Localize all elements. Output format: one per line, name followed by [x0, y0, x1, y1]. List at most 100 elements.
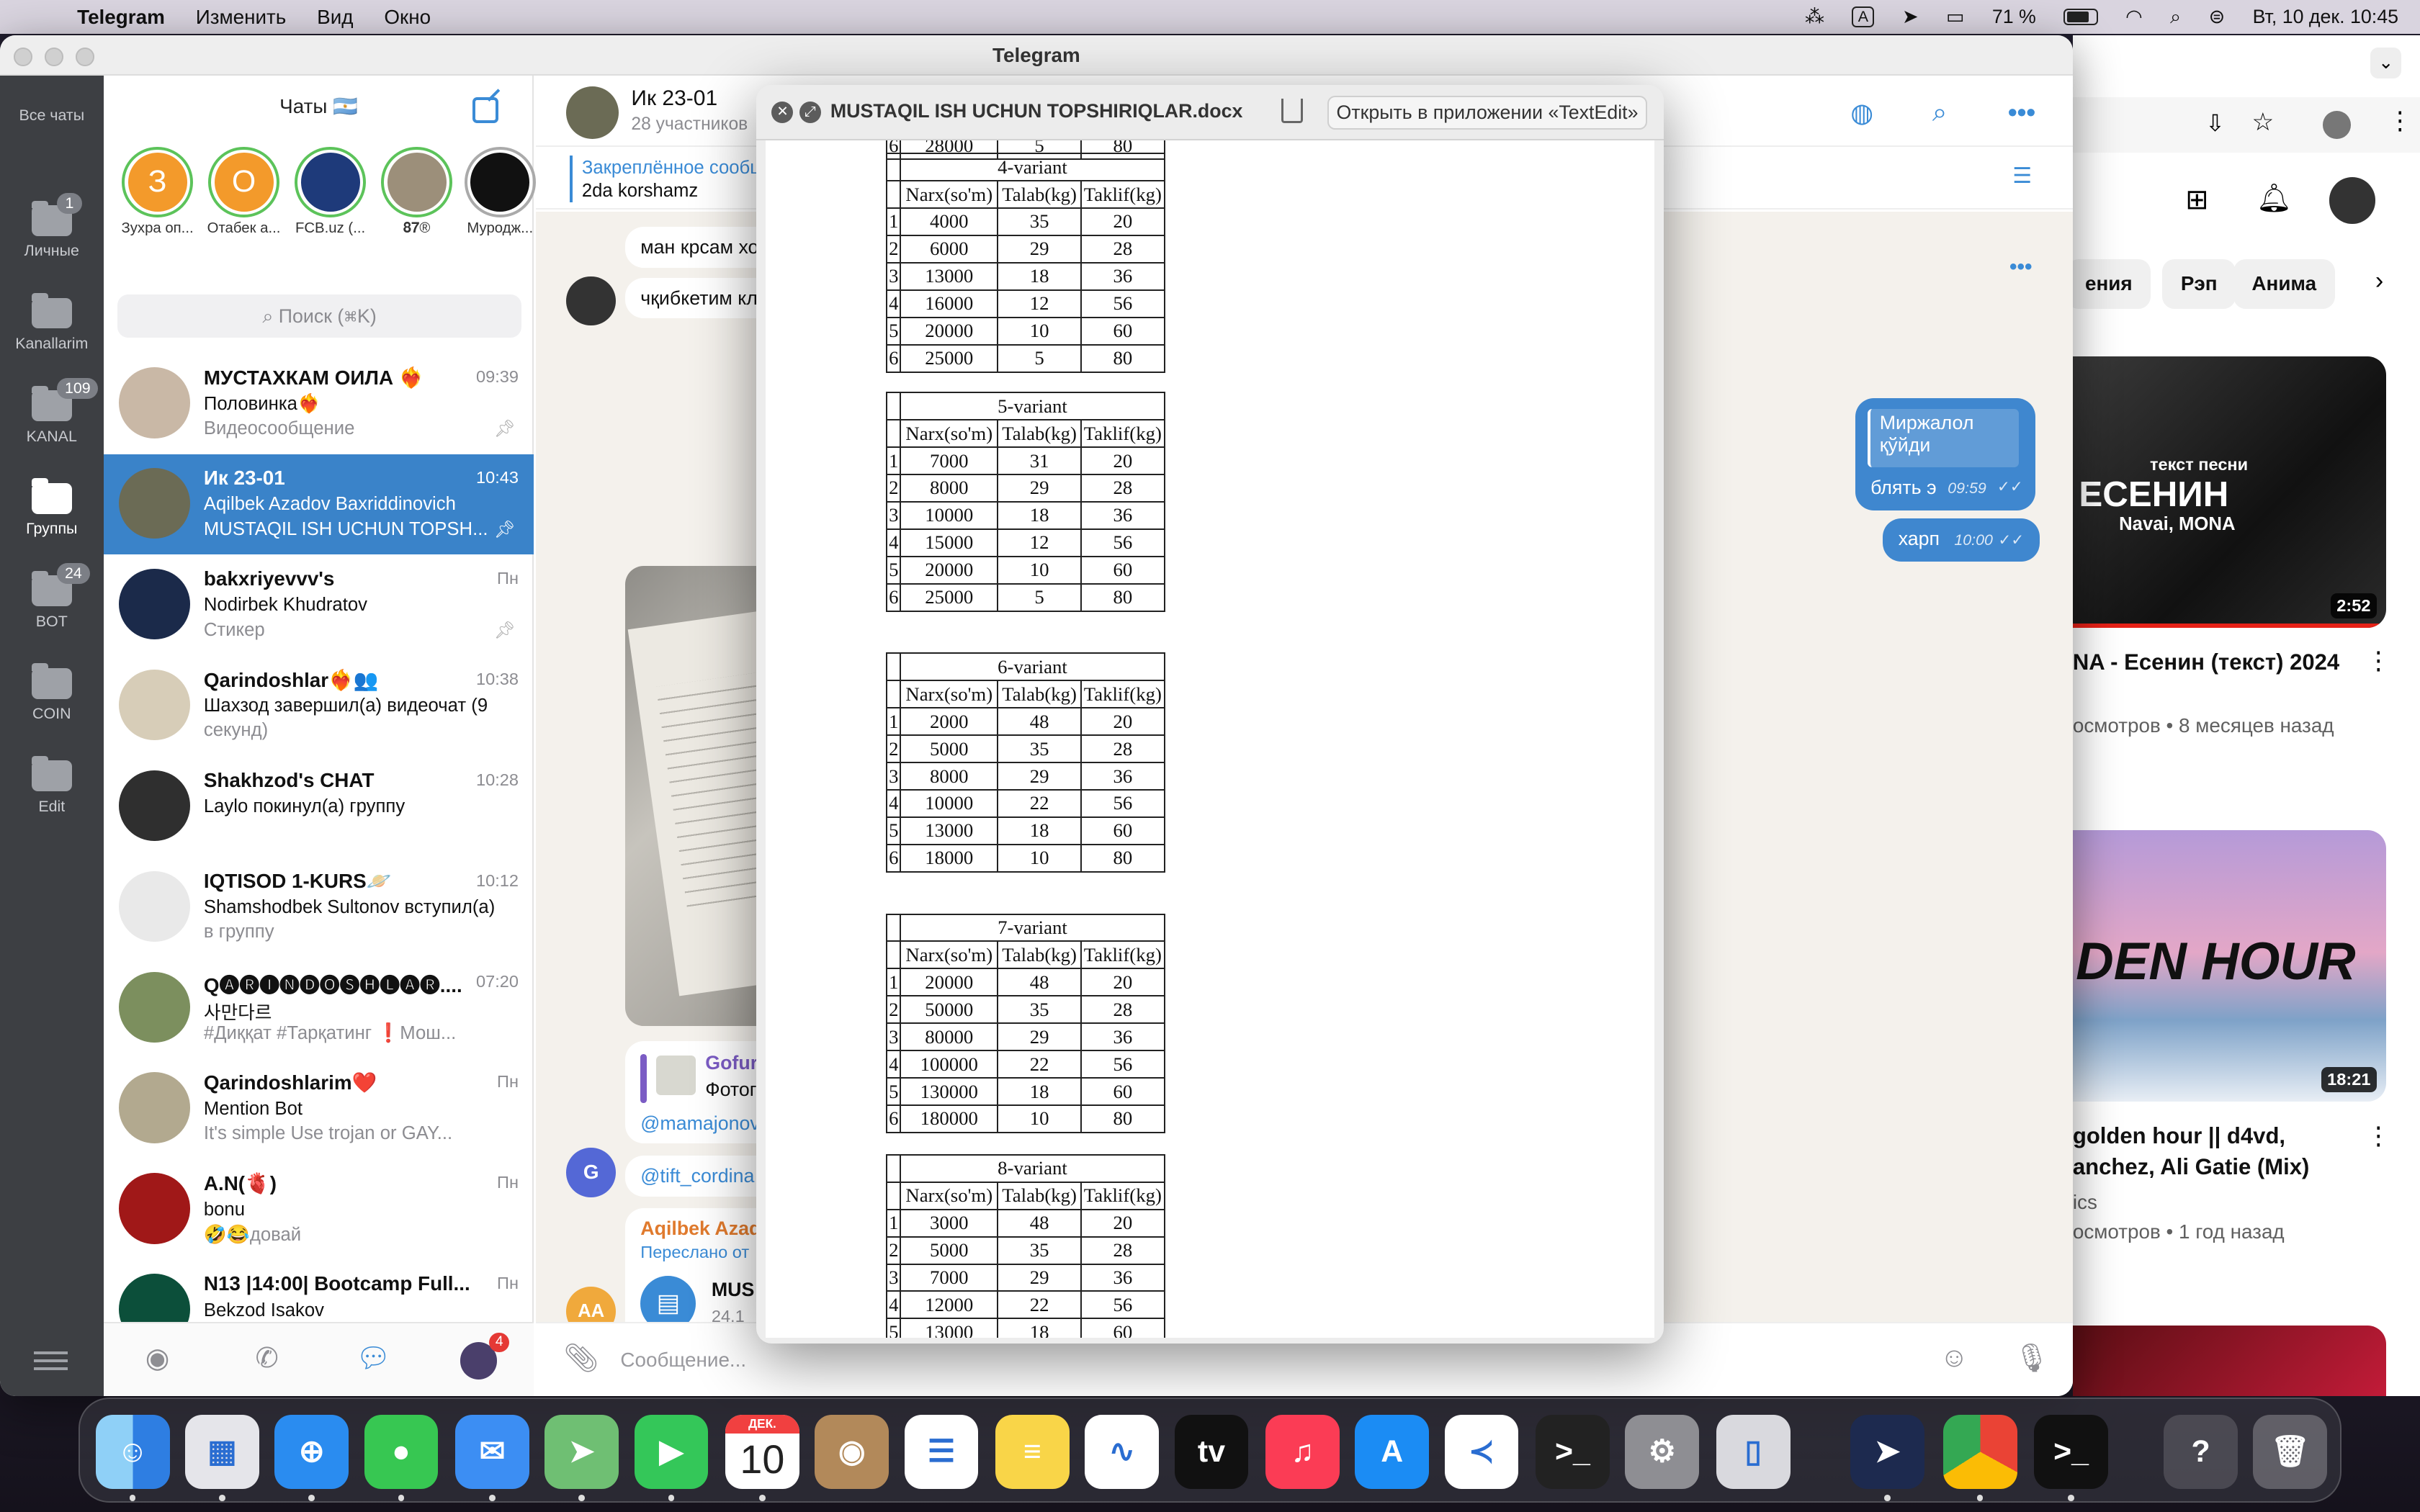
chat-row[interactable]: Q🅐🅡🅘🅝🅓🅞🅢🅗🅛🅐🅡.... 07:20 사만다르 #Диққат #Тарқат… — [104, 958, 534, 1058]
more-icon[interactable]: ••• — [2009, 255, 2033, 279]
video-thumbnail-2[interactable]: DEN HOUR 18:21 — [2072, 829, 2386, 1102]
menu-dots-icon[interactable]: ⋮ — [2388, 107, 2412, 135]
freeform-app-icon[interactable]: ∿ — [1085, 1414, 1160, 1489]
mention-link[interactable]: @mamajonov — [640, 1112, 760, 1135]
input-source-icon[interactable]: A — [1852, 6, 1875, 28]
story-item[interactable]: О Отабек а... — [199, 146, 288, 238]
chip-rap[interactable]: Рэп — [2162, 258, 2236, 309]
story-item[interactable]: З Зухра оп... — [112, 146, 202, 238]
voice-chat-icon[interactable]: ◍ — [1850, 97, 1873, 128]
help-app-icon[interactable]: ? — [2164, 1414, 2238, 1489]
reminders-app-icon[interactable]: ☰ — [904, 1414, 979, 1489]
zoom-button[interactable] — [75, 48, 94, 67]
video-title[interactable]: golden hour || d4vd, — [2073, 1123, 2285, 1149]
folder-kanal[interactable]: 109 KANAL — [0, 377, 104, 445]
spotlight-icon[interactable]: ⌕ — [2170, 6, 2181, 29]
launchpad-app-icon[interactable]: ▦ — [184, 1414, 259, 1489]
story-item[interactable]: FCB.uz (... — [285, 146, 375, 238]
chat-row[interactable]: МУСТАХКАМ ОИЛА ❤️‍🔥 09:39 Половинка❤️‍🔥 Вид… — [104, 354, 534, 454]
status-icon[interactable]: ⁂ — [1805, 6, 1824, 28]
outgoing-reply-bubble[interactable]: Миржалол қўйди блять э 09:59 ✓✓ — [1855, 397, 2036, 511]
message-input[interactable]: Сообщение... — [620, 1349, 746, 1372]
install-icon[interactable]: ⇩ — [2205, 109, 2225, 137]
notifications-bell-icon[interactable]: 🔔︎ — [2257, 182, 2292, 215]
message-bubble[interactable]: ман крсам хо — [624, 226, 774, 268]
chat-row[interactable]: A.N(🫀) Пн bonu 🤣😂довай — [104, 1159, 534, 1259]
more-icon[interactable]: ••• — [2008, 97, 2035, 127]
bookmark-star-icon[interactable]: ☆ — [2251, 108, 2274, 137]
mail-app-icon[interactable]: ✉ — [454, 1414, 529, 1489]
video-channel[interactable]: ics — [2073, 1191, 2097, 1214]
tv-app-icon[interactable]: tv — [1174, 1414, 1249, 1489]
pinned-list-icon[interactable]: ☰ — [2012, 163, 2032, 189]
clock[interactable]: Вт, 10 дек. 10:45 — [2253, 6, 2398, 28]
menu-edit[interactable]: Изменить — [196, 6, 287, 29]
maps-app-icon[interactable]: ➤ — [544, 1414, 619, 1489]
file-name[interactable]: MUS — [712, 1279, 754, 1301]
trash-app-icon[interactable]: 🗑︎ — [2253, 1414, 2328, 1489]
notes-app-icon[interactable]: ≡ — [995, 1414, 1070, 1489]
settings-avatar-icon[interactable]: 4 — [460, 1333, 510, 1380]
chip-1[interactable]: ения — [2072, 258, 2151, 309]
folder-edit[interactable]: Edit — [0, 755, 104, 815]
contacts-icon[interactable]: ◉ — [139, 1342, 176, 1379]
calendar-app-icon[interactable]: ДЕК. 10 — [725, 1414, 799, 1489]
video-title[interactable]: NA - Есенин (текст) 2024 — [2073, 649, 2339, 675]
vscode-app-icon[interactable]: ≺ — [1444, 1414, 1519, 1489]
chat-row[interactable]: Qarindoshlarim❤️ Пн Mention Bot It's simple… — [104, 1058, 534, 1158]
messages-app-icon[interactable]: ● — [364, 1414, 439, 1489]
filter-settings-icon[interactable] — [34, 1347, 68, 1375]
story-item[interactable]: Муродж... — [455, 146, 544, 238]
chat-row[interactable]: IQTISOD 1-KURS🪐 10:12 Shamshodbek Sultonov… — [104, 857, 534, 957]
chat-row[interactable]: bakxriyevvv's Пн Nodirbek Khudratov Стикер 📌… — [104, 555, 534, 655]
folder-coin[interactable]: COIN — [0, 663, 104, 723]
chevron-right-icon[interactable]: › — [2375, 267, 2383, 295]
group-avatar[interactable] — [566, 86, 619, 139]
display-icon[interactable]: ▭ — [1946, 6, 1964, 28]
chip-anime[interactable]: Анима — [2233, 258, 2335, 309]
fullscreen-icon[interactable]: ⤢ — [799, 102, 821, 124]
create-video-icon[interactable]: ⊞ — [2185, 184, 2208, 216]
folder-personal[interactable]: 1 Личные — [0, 192, 104, 260]
folder-kanallarim[interactable]: Kanallarim — [0, 293, 104, 353]
search-input[interactable]: ⌕ Поиск (⌘K) — [117, 294, 522, 338]
wifi-icon[interactable]: ◠ — [2125, 6, 2142, 28]
chat-row[interactable]: Qarindoshlar❤️‍🔥👥 10:38 Шахзод завершил(а)… — [104, 655, 534, 755]
menu-view[interactable]: Вид — [317, 6, 353, 29]
menu-app-name[interactable]: Telegram — [77, 6, 165, 29]
terminal-2-app-icon[interactable]: >_ — [2034, 1414, 2108, 1489]
mention-link[interactable]: @tift_cordina — [640, 1165, 754, 1187]
system-settings-app-icon[interactable]: ⚙ — [1625, 1414, 1700, 1489]
chats-icon[interactable]: 💬︎ — [355, 1342, 392, 1379]
more-icon[interactable]: ⋮ — [2366, 647, 2390, 675]
folder-bot[interactable]: 24 BOT — [0, 563, 104, 630]
more-icon[interactable]: ⋮ — [2366, 1122, 2390, 1151]
sender-avatar[interactable] — [566, 276, 616, 326]
search-icon[interactable]: ⌕ — [1932, 97, 1947, 128]
menu-window[interactable]: Окно — [384, 6, 431, 29]
telegram-status-icon[interactable]: ➤ — [1902, 6, 1918, 28]
chat-row[interactable]: Ик 23-01 10:43 Aqilbek Azadov Baxriddinovi… — [103, 454, 534, 554]
chevron-down-icon[interactable]: ⌄ — [2370, 48, 2402, 79]
control-center-icon[interactable]: ⊜ — [2209, 6, 2225, 28]
video-thumbnail-3[interactable] — [2072, 1325, 2386, 1397]
terminal-app-icon[interactable]: >_ — [1535, 1414, 1610, 1489]
chrome-app-icon[interactable] — [1942, 1414, 2017, 1489]
folder-groups[interactable]: Группы — [0, 478, 104, 538]
contacts-app-icon[interactable]: ◉ — [815, 1414, 889, 1489]
close-button[interactable] — [14, 48, 32, 67]
microphone-icon[interactable]: 🎙︎ — [2014, 1342, 2049, 1374]
telegram-app-icon[interactable]: ➤ — [1850, 1414, 1924, 1489]
emoji-icon[interactable]: ☺ — [1940, 1342, 1968, 1374]
close-icon[interactable]: ✕ — [771, 102, 794, 124]
outgoing-bubble[interactable]: харп 10:00 ✓✓ — [1883, 518, 2040, 562]
share-icon[interactable] — [1281, 99, 1303, 124]
chat-title[interactable]: Ик 23-01 — [631, 86, 717, 111]
sender-avatar[interactable]: G — [566, 1148, 616, 1197]
video-title-line2[interactable]: anchez, Ali Gatie (Mix) — [2073, 1154, 2310, 1180]
message-bubble[interactable]: чқибкетим кл — [624, 277, 774, 319]
story-item[interactable]: 𝟖𝟕® — [372, 146, 461, 238]
battery-icon[interactable] — [2063, 8, 2098, 26]
youtube-avatar[interactable] — [2329, 177, 2375, 224]
attach-icon[interactable]: 📎︎ — [563, 1342, 599, 1374]
